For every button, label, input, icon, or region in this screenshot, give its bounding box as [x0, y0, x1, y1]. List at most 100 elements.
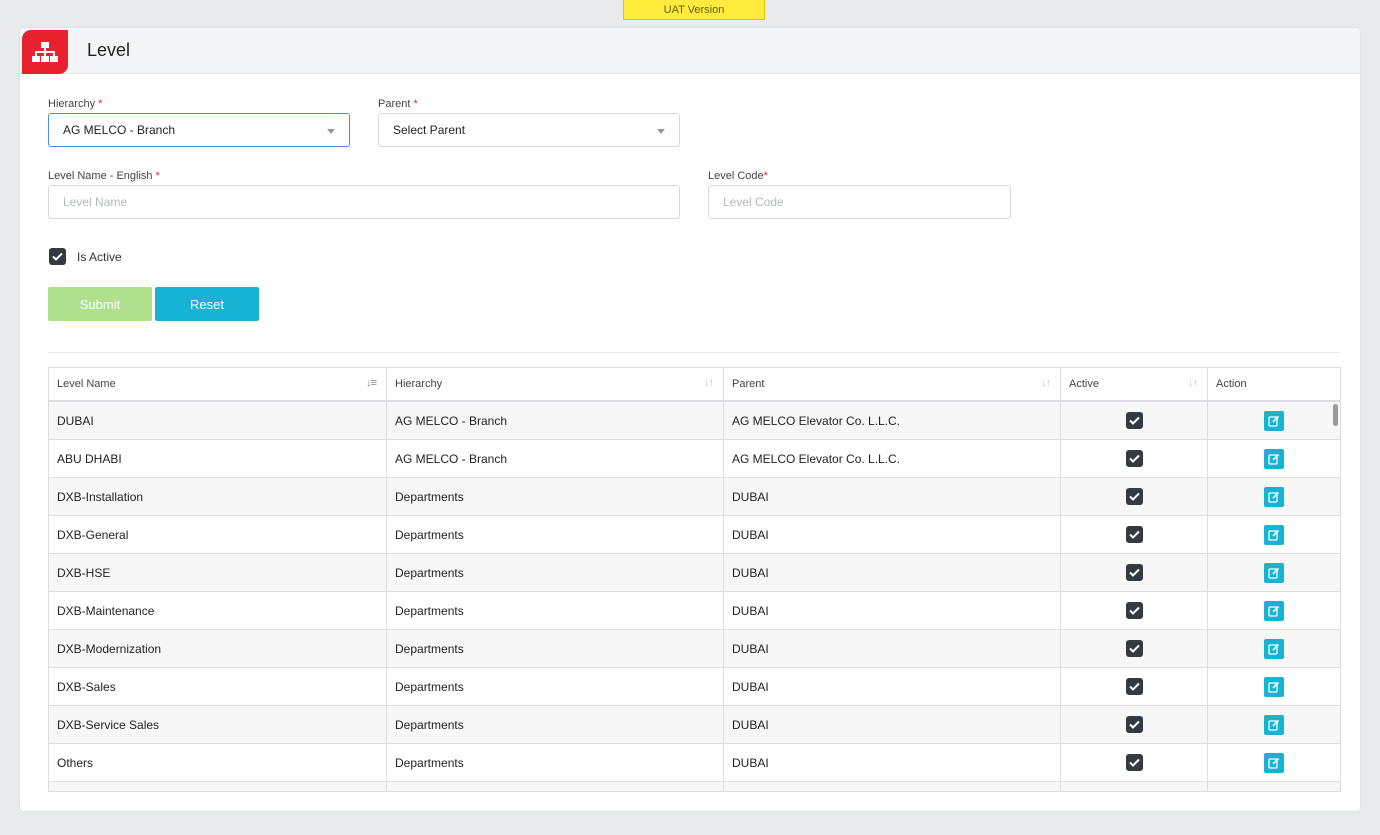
submit-button[interactable]: Submit — [48, 287, 152, 321]
column-header-action: Action — [1208, 368, 1340, 400]
table-row[interactable]: DXB-HSE Departments DUBAI — [49, 554, 1340, 592]
sort-icon[interactable]: ↓↑ — [1041, 377, 1051, 389]
hierarchy-select[interactable]: AG MELCO - Branch — [48, 113, 350, 147]
edit-button[interactable] — [1264, 486, 1284, 507]
active-checkbox[interactable] — [1125, 678, 1143, 695]
sort-alpha-icon[interactable]: ↓≡ — [366, 377, 377, 389]
uat-version-banner: UAT Version — [623, 0, 765, 20]
check-icon — [1128, 568, 1140, 577]
table-row[interactable]: Others Departments DUBAI — [49, 744, 1340, 782]
table-row[interactable]: DXB-General Departments DUBAI — [49, 516, 1340, 554]
level-name-label: Level Name - English * — [48, 170, 160, 182]
hierarchy-cell: Departments — [387, 478, 724, 515]
parent-cell: DUBAI — [724, 630, 1061, 667]
parent-select-value: Select Parent — [393, 123, 466, 137]
table-row[interactable]: DXB-Maintenance Departments DUBAI — [49, 592, 1340, 630]
table-row[interactable]: ABU DHABI AG MELCO - Branch AG MELCO Ele… — [49, 440, 1340, 478]
active-checkbox[interactable] — [1125, 564, 1143, 581]
edit-icon — [1268, 643, 1280, 655]
active-cell — [1061, 782, 1208, 791]
check-icon — [1128, 530, 1140, 539]
is-active-label: Is Active — [77, 249, 122, 264]
active-checkbox[interactable] — [1125, 412, 1143, 429]
active-cell — [1061, 592, 1208, 629]
edit-button[interactable] — [1264, 524, 1284, 545]
column-header-hierarchy[interactable]: Hierarchy ↓↑ — [387, 368, 724, 400]
edit-button[interactable] — [1264, 448, 1284, 469]
edit-icon — [1268, 491, 1280, 503]
edit-button[interactable] — [1264, 410, 1284, 431]
hierarchy-label: Hierarchy * — [48, 98, 102, 110]
required-mark: * — [98, 98, 103, 110]
active-cell — [1061, 440, 1208, 477]
hierarchy-cell: Departments — [387, 706, 724, 743]
column-header-label: Action — [1216, 378, 1247, 390]
table-row[interactable]: DXB-Installation Departments DUBAI — [49, 478, 1340, 516]
hierarchy-label-text: Hierarchy — [48, 98, 96, 110]
edit-icon — [1268, 719, 1280, 731]
level-name-input[interactable] — [48, 185, 680, 219]
active-checkbox[interactable] — [1125, 450, 1143, 467]
active-cell — [1061, 744, 1208, 781]
scrollbar-thumb[interactable] — [1333, 404, 1338, 426]
action-cell — [1208, 668, 1340, 705]
level-code-input[interactable] — [708, 185, 1011, 219]
check-icon — [1128, 416, 1140, 425]
column-header-parent[interactable]: Parent ↓↑ — [724, 368, 1061, 400]
active-checkbox[interactable] — [1125, 602, 1143, 619]
edit-icon — [1268, 757, 1280, 769]
edit-button[interactable] — [1264, 714, 1284, 735]
reset-button[interactable]: Reset — [155, 287, 259, 321]
action-cell — [1208, 516, 1340, 553]
column-header-label: Active — [1069, 378, 1099, 390]
table-row[interactable]: DUBAI AG MELCO - Branch AG MELCO Elevato… — [49, 402, 1340, 440]
check-icon — [1128, 454, 1140, 463]
table-row[interactable]: DXB-Service Sales Departments DUBAI — [49, 706, 1340, 744]
edit-button[interactable] — [1264, 562, 1284, 583]
card-header: Level — [20, 28, 1360, 74]
required-mark: * — [413, 98, 418, 110]
table-row[interactable]: DXB-Sales Departments DUBAI — [49, 668, 1340, 706]
caret-down-icon — [657, 129, 665, 134]
edit-icon — [1268, 529, 1280, 541]
edit-button[interactable] — [1264, 676, 1284, 697]
hierarchy-select-value: AG MELCO - Branch — [63, 123, 176, 137]
required-mark: * — [763, 170, 768, 182]
table-scrollbar[interactable] — [1333, 402, 1339, 791]
parent-label-text: Parent — [378, 98, 411, 110]
table-row[interactable]: DXB-Modernization Departments DUBAI — [49, 630, 1340, 668]
hierarchy-cell: Departments — [387, 554, 724, 591]
hierarchy-cell: Departments — [387, 630, 724, 667]
check-icon — [1128, 492, 1140, 501]
active-checkbox[interactable] — [1125, 488, 1143, 505]
column-header-level-name[interactable]: Level Name ↓≡ — [49, 368, 387, 400]
edit-icon — [1268, 567, 1280, 579]
column-header-label: Parent — [732, 378, 765, 390]
active-checkbox[interactable] — [1125, 754, 1143, 771]
sort-icon[interactable]: ↓↑ — [1188, 377, 1198, 389]
hierarchy-cell — [387, 782, 724, 791]
edit-button[interactable] — [1264, 638, 1284, 659]
is-active-checkbox[interactable] — [49, 248, 66, 265]
active-checkbox[interactable] — [1125, 716, 1143, 733]
level-name-cell: Others — [49, 744, 387, 781]
parent-cell: DUBAI — [724, 668, 1061, 705]
action-cell — [1208, 440, 1340, 477]
active-checkbox[interactable] — [1125, 640, 1143, 657]
level-name-cell — [49, 782, 387, 791]
column-header-active[interactable]: Active ↓↑ — [1061, 368, 1208, 400]
hierarchy-cell: Departments — [387, 744, 724, 781]
edit-icon — [1268, 605, 1280, 617]
active-checkbox[interactable] — [1125, 526, 1143, 543]
level-name-cell: DXB-Maintenance — [49, 592, 387, 629]
edit-button[interactable] — [1264, 790, 1284, 791]
edit-button[interactable] — [1264, 752, 1284, 773]
edit-button[interactable] — [1264, 600, 1284, 621]
sort-icon[interactable]: ↓↑ — [704, 377, 714, 389]
page-title: Level — [87, 40, 131, 60]
is-active-checkbox-row[interactable]: Is Active — [49, 248, 122, 265]
parent-select[interactable]: Select Parent — [378, 113, 680, 147]
table-row[interactable] — [49, 782, 1340, 791]
action-cell — [1208, 744, 1340, 781]
levels-table: Level Name ↓≡ Hierarchy ↓↑ Parent ↓↑ Act… — [48, 367, 1341, 792]
